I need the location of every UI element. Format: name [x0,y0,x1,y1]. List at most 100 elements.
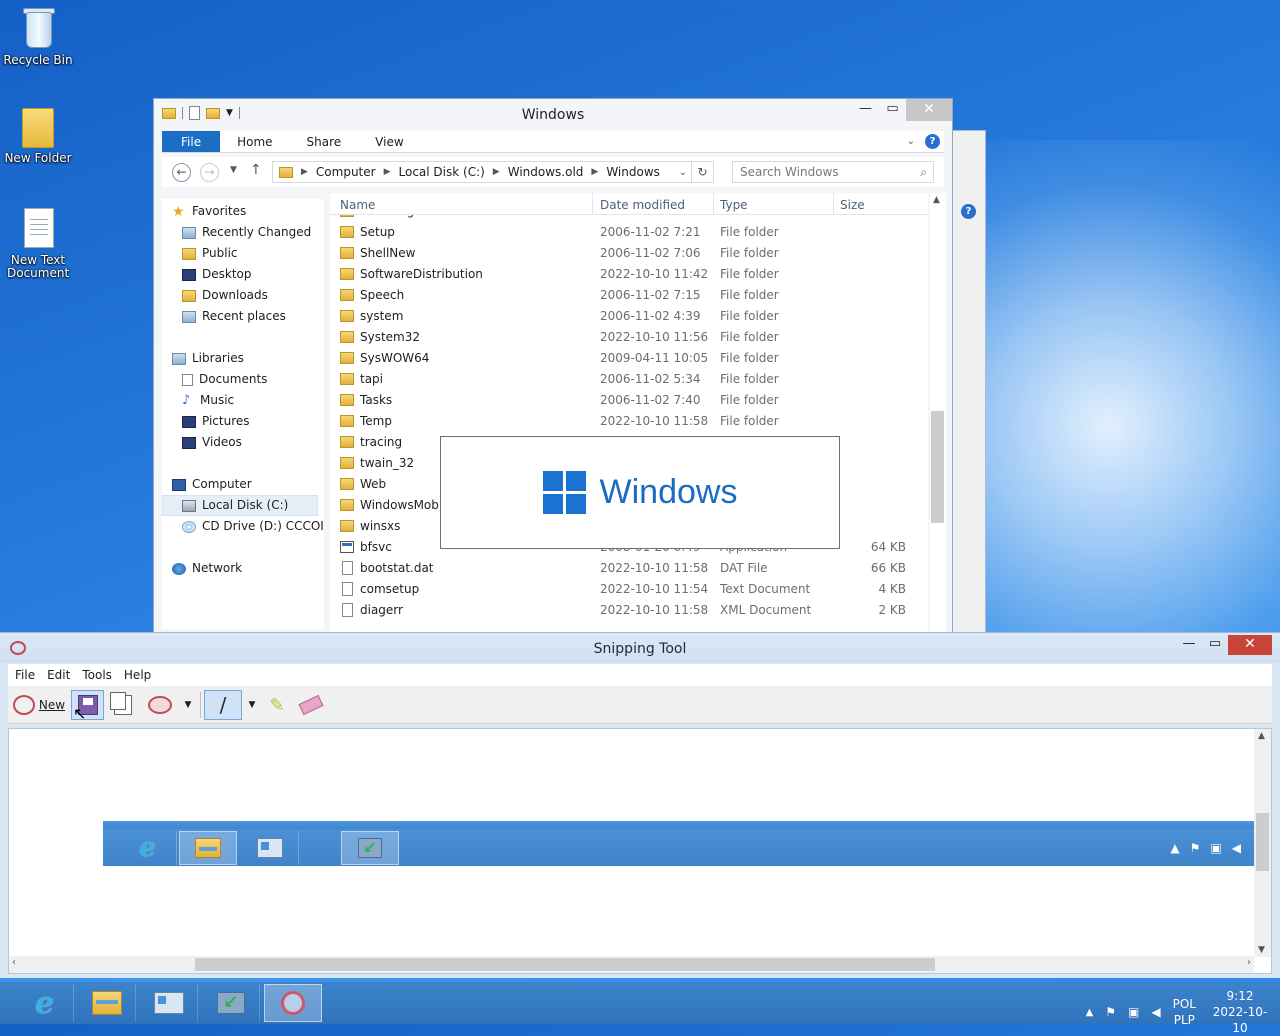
table-row[interactable]: Temp 2022-10-10 11:58 File folder [330,411,928,432]
recent-locations-icon[interactable]: ▼ [230,165,237,175]
breadcrumb-computer[interactable]: Computer [316,165,376,179]
highlighter-button[interactable]: ✎ [264,690,290,720]
table-row[interactable]: comsetup 2022-10-10 11:54 Text Document 4 K… [330,579,928,600]
address-dropdown-icon[interactable]: ⌄ [679,167,687,178]
hard-disk-icon [182,499,196,512]
nav-pictures[interactable]: Pictures [182,411,250,432]
minimize-button[interactable]: — [852,99,879,121]
new-snip-button[interactable]: New [10,690,68,720]
snipping-tool-title-bar[interactable]: Snipping Tool — ▭ ✕ [0,633,1280,663]
scrollbar-thumb[interactable] [1256,813,1269,871]
table-row[interactable]: SoftwareDistribution 2022-10-10 11:42 File… [330,264,928,285]
nav-downloads[interactable]: Downloads [182,285,268,306]
action-center-flag-icon[interactable]: ⚑ [1105,1005,1116,1019]
nav-desktop[interactable]: Desktop [182,264,252,285]
taskbar-server-manager[interactable] [140,984,198,1022]
column-date-modified[interactable]: Date modified [600,198,685,212]
forward-button[interactable]: → [200,163,219,182]
canvas-vertical-scrollbar[interactable]: ▲ ▼ [1254,729,1271,957]
nav-local-disk[interactable]: Local Disk (C:) [162,495,318,516]
menu-help[interactable]: Help [124,664,151,686]
network-error-icon[interactable]: ▣ [1128,1005,1139,1019]
volume-muted-icon[interactable]: ◀ [1151,1005,1160,1019]
nav-computer[interactable]: Computer [172,474,252,495]
input-language[interactable]: POL PLP [1173,996,1196,1028]
nav-libraries[interactable]: Libraries [172,348,244,369]
taskbar-file-explorer[interactable] [78,984,136,1022]
scroll-up-icon[interactable]: ▲ [1258,731,1265,741]
close-button[interactable]: ✕ [1228,635,1272,655]
breadcrumb-local-disk[interactable]: Local Disk (C:) [399,165,485,179]
tab-home[interactable]: Home [220,131,289,152]
taskbar-internet-explorer[interactable]: e [16,984,74,1022]
maximize-button[interactable]: ▭ [1202,635,1228,655]
scroll-down-icon[interactable]: ▼ [1258,945,1265,955]
nav-videos[interactable]: Videos [182,432,242,453]
desktop-recycle-bin[interactable]: Recycle Bin [0,6,76,67]
breadcrumb[interactable]: ▶ Computer ▶ Local Disk (C:) ▶ Windows.o… [272,161,692,183]
column-type[interactable]: Type [720,198,748,212]
help-icon[interactable]: ? [925,134,940,149]
tab-file[interactable]: File [162,131,221,152]
nav-cd-drive[interactable]: CD Drive (D:) CCCOI [182,516,324,537]
up-button[interactable]: ↑ [250,162,262,178]
scroll-left-icon[interactable]: ‹ [12,957,16,968]
snip-canvas[interactable]: e ↙ ▲ ⚑ ▣ ◀ ▲ ▼ ‹ › [8,728,1272,974]
back-button[interactable]: ← [172,163,191,182]
scrollbar-thumb[interactable] [195,958,935,971]
desktop-new-folder[interactable]: New Folder [0,104,76,165]
table-row[interactable]: SysWOW64 2009-04-11 10:05 File folder [330,348,928,369]
table-row[interactable]: Tasks 2006-11-02 7:40 File folder [330,390,928,411]
nav-network[interactable]: Network [172,558,242,579]
nav-recently-changed[interactable]: Recently Changed [182,222,311,243]
close-button[interactable]: ✕ [906,99,952,121]
breadcrumb-windows-old[interactable]: Windows.old [508,165,584,179]
nav-recent-places[interactable]: Recent places [182,306,286,327]
table-row[interactable]: ShellNew 2006-11-02 7:06 File folder [330,243,928,264]
pen-button[interactable]: / [204,690,242,720]
maximize-button[interactable]: ▭ [879,99,906,121]
menu-edit[interactable]: Edit [47,664,70,686]
column-size[interactable]: Size [840,198,865,212]
taskbar-snipping-tool[interactable] [264,984,322,1022]
show-hidden-icons-icon[interactable]: ▲ [1086,1007,1094,1018]
desktop-new-text-document[interactable]: New Text Document [0,206,76,280]
refresh-button[interactable]: ↻ [692,161,714,183]
column-name[interactable]: Name [340,198,375,212]
send-dropdown-icon[interactable]: ▼ [180,690,196,720]
breadcrumb-windows[interactable]: Windows [606,165,660,179]
nav-documents[interactable]: Documents [182,369,267,390]
menu-file[interactable]: File [15,664,35,686]
table-row[interactable]: System32 2022-10-10 11:56 File folder [330,327,928,348]
table-row[interactable]: Setup 2006-11-02 7:21 File folder [330,222,928,243]
menu-tools[interactable]: Tools [82,664,112,686]
search-input[interactable]: Search Windows ⌕ [732,161,934,183]
table-row[interactable]: system 2006-11-02 4:39 File folder [330,306,928,327]
expand-ribbon-icon[interactable]: ⌄ [907,136,915,147]
show-hidden-icons-icon: ▲ [1170,841,1180,855]
tab-view[interactable]: View [358,131,420,152]
table-row[interactable]: tapi 2006-11-02 5:34 File folder [330,369,928,390]
minimize-button[interactable]: — [1176,635,1202,655]
eraser-button[interactable] [296,690,326,720]
table-row[interactable]: Speech 2006-11-02 7:15 File folder [330,285,928,306]
nav-music[interactable]: ♪ Music [182,390,234,411]
send-snip-button[interactable] [144,690,176,720]
clock[interactable]: 9:12 2022-10-10 [1208,988,1272,1036]
taskbar-transfer[interactable]: ↙ [202,984,260,1022]
file-list-scrollbar[interactable]: ▲ [930,193,946,633]
help-icon[interactable]: ? [961,204,976,219]
scrollbar-thumb[interactable] [931,411,944,523]
nav-public[interactable]: Public [182,243,238,264]
copy-button[interactable] [108,690,138,720]
table-row[interactable]: bootstat.dat 2022-10-10 11:58 DAT File 66 K… [330,558,928,579]
nav-favorites[interactable]: ★ Favorites [172,201,246,222]
scroll-right-icon[interactable]: › [1247,957,1251,968]
folder-icon [340,310,354,322]
scroll-up-icon[interactable]: ▲ [933,195,940,205]
tab-share[interactable]: Share [290,131,359,152]
explorer-title-bar[interactable]: ▼ Windows — ▭ ✕ [154,99,952,129]
canvas-horizontal-scrollbar[interactable]: ‹ › [9,956,1254,973]
pen-dropdown-icon[interactable]: ▼ [244,690,260,720]
table-row[interactable]: diagerr 2022-10-10 11:58 XML Document 2 KB [330,600,928,621]
